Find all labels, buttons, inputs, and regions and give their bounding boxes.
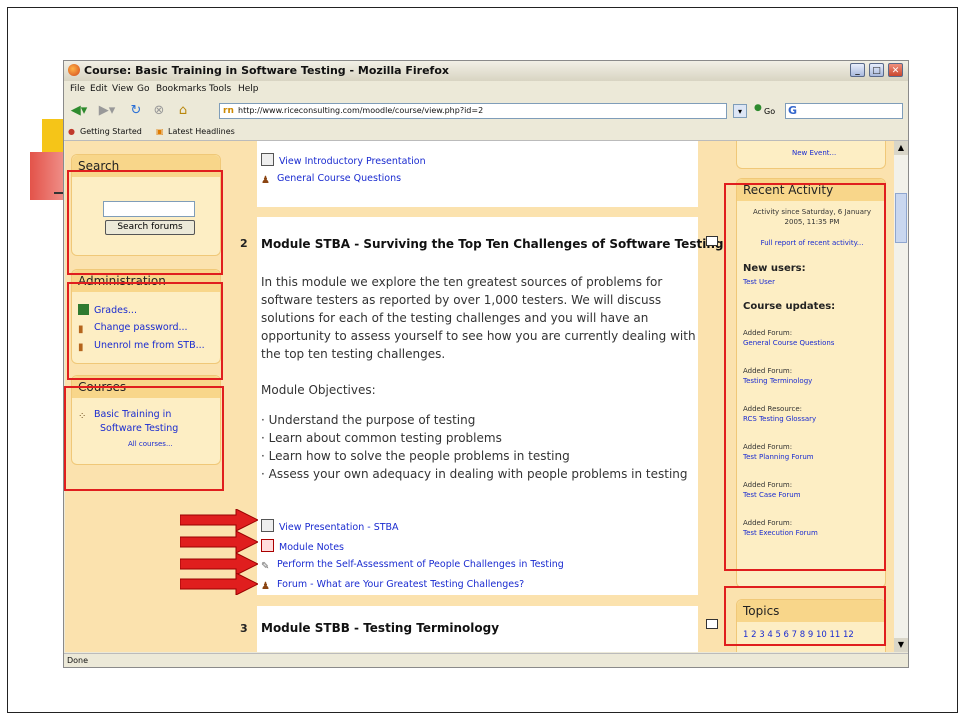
home-icon[interactable]: ⌂ (174, 103, 192, 119)
menu-file[interactable]: File (70, 84, 85, 94)
annotation-box-administration (67, 282, 223, 380)
rss-icon: ▣ (156, 127, 164, 136)
menu-help[interactable]: Help (238, 84, 259, 94)
window-title: Course: Basic Training in Software Testi… (84, 64, 449, 77)
view-presentation-link[interactable]: View Presentation - STBA (261, 519, 399, 533)
minimize-button[interactable]: _ (850, 63, 865, 77)
calendar-block: New Event... (736, 141, 886, 169)
scroll-up-icon[interactable]: ▲ (894, 141, 908, 155)
red-arrow-icon (180, 573, 258, 595)
status-bar: Done (64, 653, 908, 667)
section-2-description: In this module we explore the ten greate… (261, 275, 696, 361)
section-1-tail: View Introductory Presentation ♟ General … (257, 141, 698, 207)
google-icon: G (788, 104, 798, 117)
status-text: Done (67, 656, 89, 665)
section-3-number: 3 (240, 622, 248, 635)
challenges-forum-link[interactable]: ♟ Forum - What are Your Greatest Testing … (261, 579, 524, 592)
general-questions-link[interactable]: ♟ General Course Questions (261, 173, 401, 186)
scroll-down-icon[interactable]: ▼ (894, 638, 908, 652)
section-2-highlight-checkbox[interactable] (706, 236, 718, 246)
maximize-button[interactable]: □ (869, 63, 884, 77)
site-favicon: rn (223, 106, 234, 116)
go-button[interactable]: ● (754, 103, 762, 119)
menu-go[interactable]: Go (137, 84, 149, 94)
section-2: Module STBA - Surviving the Top Ten Chal… (257, 217, 723, 595)
annotation-box-topics (724, 586, 886, 646)
pdf-icon (261, 539, 274, 552)
section-3-heading: Module STBB - Testing Terminology (261, 621, 500, 635)
section-2-heading: Module STBA - Surviving the Top Ten Chal… (261, 237, 724, 251)
menu-edit[interactable]: Edit (90, 84, 107, 94)
objectives-list: · Understand the purpose of testing · Le… (261, 413, 688, 481)
close-button[interactable]: ✕ (888, 63, 903, 77)
forward-arrow-icon[interactable]: ▶▾ (96, 103, 118, 119)
section-3: Module STBB - Testing Terminology (257, 606, 698, 652)
go-text[interactable]: Go (764, 107, 775, 116)
url-text: http://www.riceconsulting.com/moodle/cou… (238, 106, 484, 115)
forum-icon: ♟ (261, 175, 270, 186)
back-arrow-icon[interactable]: ◀▾ (68, 103, 90, 119)
annotation-box-recent-activity (724, 183, 886, 571)
module-objectives-label: Module Objectives: (261, 383, 376, 397)
menu-view[interactable]: View (112, 84, 133, 94)
stop-icon[interactable]: ⊗ (150, 103, 168, 119)
url-dropdown-icon[interactable]: ▾ (733, 104, 747, 118)
url-bar[interactable]: rn http://www.riceconsulting.com/moodle/… (219, 103, 727, 119)
menu-bookmarks[interactable]: Bookmarks (156, 84, 206, 94)
red-arrow-icon (180, 531, 258, 553)
bookmark-getting-started[interactable]: Getting Started (80, 127, 142, 136)
annotation-box-search (67, 170, 223, 275)
scroll-thumb[interactable] (895, 193, 907, 243)
title-bar: Course: Basic Training in Software Testi… (64, 61, 908, 81)
bookmarks-toolbar: ● Getting Started ▣ Latest Headlines (64, 124, 908, 141)
navigation-toolbar: ◀▾ ▶▾ ↻ ⊗ ⌂ rn http://www.riceconsulting… (64, 99, 908, 123)
section-3-highlight-checkbox[interactable] (706, 619, 718, 629)
reload-icon[interactable]: ↻ (127, 103, 145, 119)
new-event-link[interactable]: New Event... (792, 149, 836, 157)
google-search-box[interactable]: G (785, 103, 903, 119)
firefox-icon (68, 64, 80, 76)
menu-tools[interactable]: Tools (209, 84, 231, 94)
go-icon: ● (754, 103, 762, 113)
red-arrow-icon (180, 509, 258, 531)
main-column: View Introductory Presentation ♟ General … (230, 141, 730, 652)
self-assessment-link[interactable]: ✎ Perform the Self-Assessment of People C… (261, 559, 564, 572)
vertical-scrollbar[interactable]: ▲ ▼ (894, 141, 908, 652)
module-notes-link[interactable]: Module Notes (261, 539, 344, 553)
red-arrow-icon (180, 553, 258, 575)
menu-bar: File Edit View Go Bookmarks Tools Help (64, 82, 908, 98)
quiz-icon: ✎ (261, 561, 270, 572)
forum-icon: ♟ (261, 581, 270, 592)
getting-started-icon: ● (68, 127, 75, 136)
annotation-box-courses (64, 386, 224, 491)
intro-presentation-link[interactable]: View Introductory Presentation (261, 153, 426, 167)
section-2-number: 2 (240, 237, 248, 250)
document-icon (261, 153, 274, 166)
bookmark-latest-headlines[interactable]: Latest Headlines (168, 127, 235, 136)
document-icon (261, 519, 274, 532)
